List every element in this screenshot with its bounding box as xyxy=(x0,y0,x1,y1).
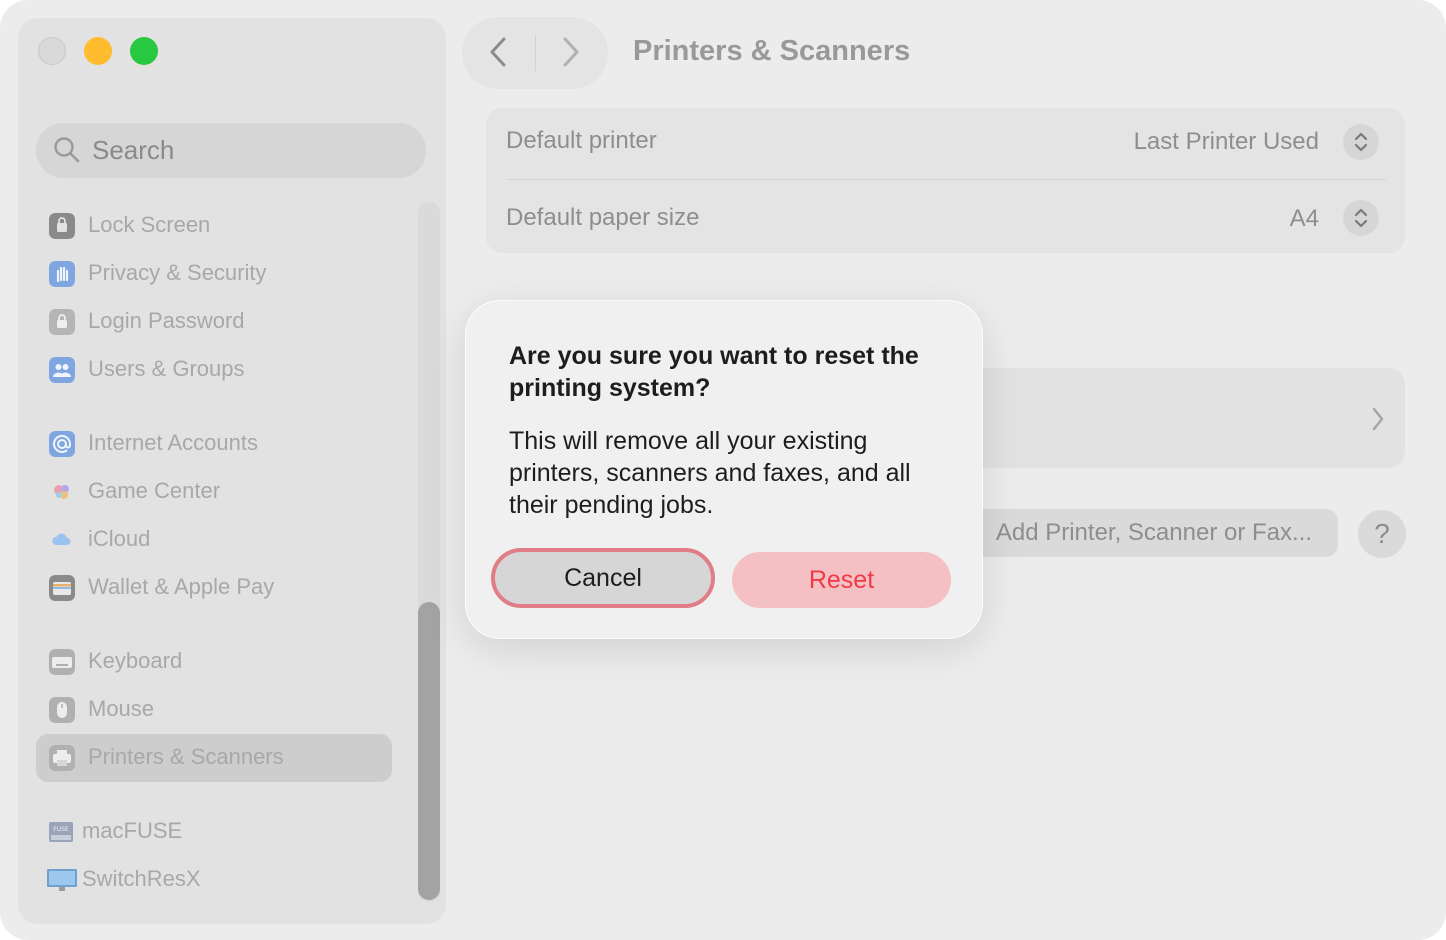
sidebar-item-label: Lock Screen xyxy=(88,212,211,237)
sidebar-item-label: Game Center xyxy=(88,478,221,503)
sidebar-scrollbar-thumb[interactable] xyxy=(418,602,440,900)
sidebar-item-mouse[interactable]: Mouse xyxy=(36,686,392,734)
hand-icon xyxy=(49,261,75,287)
reset-button[interactable]: Reset xyxy=(732,552,951,608)
sidebar-item-label: SwitchResX xyxy=(82,866,201,891)
dialog-message: This will remove all your existing print… xyxy=(509,427,911,519)
wallet-icon xyxy=(49,575,75,601)
up-down-chevron-icon xyxy=(1354,132,1368,152)
settings-window: Search Lock Screen Privacy & Security Lo… xyxy=(0,0,1446,940)
sidebar-item-keyboard[interactable]: Keyboard xyxy=(36,638,392,686)
users-icon xyxy=(49,357,75,383)
sidebar-item-internet-accounts[interactable]: Internet Accounts xyxy=(36,420,392,468)
sidebar-item-printers-scanners[interactable]: Printers & Scanners xyxy=(36,734,392,782)
sidebar-item-icloud[interactable]: iCloud xyxy=(36,516,392,564)
sidebar-item-label: Printers & Scanners xyxy=(88,744,284,769)
paper-size-popup[interactable] xyxy=(1343,200,1379,236)
printer-list-row[interactable] xyxy=(960,368,1405,468)
add-printer-label: Add Printer, Scanner or Fax... xyxy=(995,519,1312,546)
padlock-icon xyxy=(49,309,75,335)
default-printer-popup[interactable] xyxy=(1343,124,1379,160)
dialog-title: Are you sure you want to reset the print… xyxy=(509,342,919,402)
default-printer-value[interactable]: Last Printer Used xyxy=(1134,128,1319,156)
sidebar-item-label: Internet Accounts xyxy=(88,430,258,455)
minimize-window-button[interactable] xyxy=(84,37,112,65)
sidebar-item-macfuse[interactable]: FUSE macFUSE xyxy=(36,808,392,856)
default-paper-size-label: Default paper size xyxy=(506,204,700,231)
lock-icon xyxy=(49,213,75,239)
sidebar-item-login-password[interactable]: Login Password xyxy=(36,298,392,346)
close-window-button[interactable] xyxy=(38,37,66,65)
sidebar-item-label: Wallet & Apple Pay xyxy=(88,574,275,599)
back-chevron-icon[interactable] xyxy=(487,36,511,68)
sidebar-item-users-groups[interactable]: Users & Groups xyxy=(36,346,392,394)
nav-divider xyxy=(535,35,536,71)
sidebar-item-lock-screen[interactable]: Lock Screen xyxy=(36,202,392,250)
sidebar-item-game-center[interactable]: Game Center xyxy=(36,468,392,516)
cancel-button[interactable]: Cancel xyxy=(491,548,715,608)
row-divider xyxy=(506,179,1386,180)
sidebar-item-label: macFUSE xyxy=(82,818,183,843)
search-input-placeholder: Search xyxy=(92,135,175,165)
forward-chevron-icon[interactable] xyxy=(558,36,582,68)
sidebar-item-label: Mouse xyxy=(88,696,155,721)
macfuse-icon: FUSE xyxy=(49,822,73,842)
printer-icon xyxy=(49,745,75,771)
default-printer-label: Default printer xyxy=(506,127,657,154)
add-printer-button[interactable]: Add Printer, Scanner or Fax... xyxy=(950,509,1338,557)
sidebar-item-label: iCloud xyxy=(88,526,151,551)
mouse-icon xyxy=(49,697,75,723)
zoom-window-button[interactable] xyxy=(130,37,158,65)
cloud-icon xyxy=(52,533,71,545)
sidebar-item-privacy-security[interactable]: Privacy & Security xyxy=(36,250,392,298)
history-navigation xyxy=(462,17,608,89)
svg-text:FUSE: FUSE xyxy=(53,826,69,833)
sidebar-item-label: Keyboard xyxy=(88,648,183,673)
game-center-icon xyxy=(54,485,69,499)
sidebar-item-label: Privacy & Security xyxy=(88,260,267,285)
search-icon xyxy=(54,137,80,163)
up-down-chevron-icon xyxy=(1354,208,1368,228)
sidebar-item-label: Login Password xyxy=(88,308,245,333)
monitor-icon xyxy=(47,869,77,891)
sidebar-item-label: Users & Groups xyxy=(88,356,245,381)
keyboard-icon xyxy=(49,649,75,675)
page-title: Printers & Scanners xyxy=(633,35,911,67)
sidebar-item-switchresx[interactable]: SwitchResX xyxy=(36,856,392,904)
chevron-right-icon xyxy=(1372,407,1384,431)
at-icon xyxy=(49,431,75,457)
default-paper-size-value[interactable]: A4 xyxy=(1290,205,1319,233)
help-button[interactable]: ? xyxy=(1358,510,1406,558)
sidebar-item-wallet-apple-pay[interactable]: Wallet & Apple Pay xyxy=(36,564,392,612)
